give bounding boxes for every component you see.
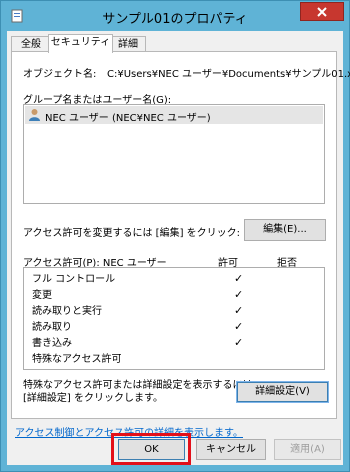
advanced-text-line: 特殊なアクセス許可または詳細設定を表示するには、 <box>23 380 263 391</box>
security-panel: オブジェクト名: C:¥Users¥NEC ユーザー¥Documents¥サンプ… <box>11 51 350 439</box>
group-user-list[interactable]: NEC ユーザー (NEC¥NEC ユーザー) <box>23 104 325 204</box>
allow-check-mark: ✓ <box>234 336 244 349</box>
close-button[interactable] <box>300 2 344 21</box>
edit-button[interactable]: 編集(E)... <box>244 219 326 241</box>
permission-name: 変更 <box>32 290 52 301</box>
window-title: サンプル01のプロパティ <box>102 12 248 27</box>
change-permission-label: アクセス許可を変更するには [編集] をクリック: <box>23 228 241 239</box>
permission-name: 書き込み <box>32 338 72 349</box>
permission-name: 読み取り <box>32 322 72 333</box>
object-path: C:¥Users¥NEC ユーザー¥Documents¥サンプル01.xlsx <box>107 69 350 80</box>
dialog-client: 全般 セキュリティ 詳細 オブジェクト名: C:¥Users¥NEC ユーザー¥… <box>7 31 350 465</box>
list-item-label: NEC ユーザー (NEC¥NEC ユーザー) <box>45 113 211 124</box>
close-icon <box>317 7 327 17</box>
title-bar[interactable]: サンプル01のプロパティ <box>1 1 349 31</box>
allow-check-mark: ✓ <box>234 288 244 301</box>
permission-name: 読み取りと実行 <box>32 306 102 317</box>
permission-name: 特殊なアクセス許可 <box>32 354 122 365</box>
properties-window: サンプル01のプロパティ 全般 セキュリティ 詳細 オブジェクト名: C:¥Us… <box>0 0 350 472</box>
allow-check-mark: ✓ <box>234 320 244 333</box>
advanced-text-line: [詳細設定] をクリックします。 <box>23 393 163 404</box>
permissions-list[interactable]: フル コントロール ✓ 変更 ✓ 読み取りと実行 ✓ 読み取り ✓ 書き込み ✓… <box>23 267 325 370</box>
tab-security[interactable]: セキュリティ <box>48 34 113 53</box>
cancel-button[interactable]: キャンセル <box>196 439 266 460</box>
object-name-label: オブジェクト名: <box>23 69 97 80</box>
advanced-settings-text: 特殊なアクセス許可または詳細設定を表示するには、 [詳細設定] をクリックします… <box>23 379 263 405</box>
advanced-settings-button[interactable]: 詳細設定(V) <box>236 381 329 403</box>
ok-button[interactable]: OK <box>118 439 185 460</box>
allow-check-mark: ✓ <box>234 304 244 317</box>
permission-name: フル コントロール <box>32 274 116 285</box>
apply-button[interactable]: 適用(A) <box>274 439 341 460</box>
user-icon <box>29 109 40 121</box>
list-item[interactable]: NEC ユーザー (NEC¥NEC ユーザー) <box>25 106 323 124</box>
allow-check-mark: ✓ <box>234 272 244 285</box>
